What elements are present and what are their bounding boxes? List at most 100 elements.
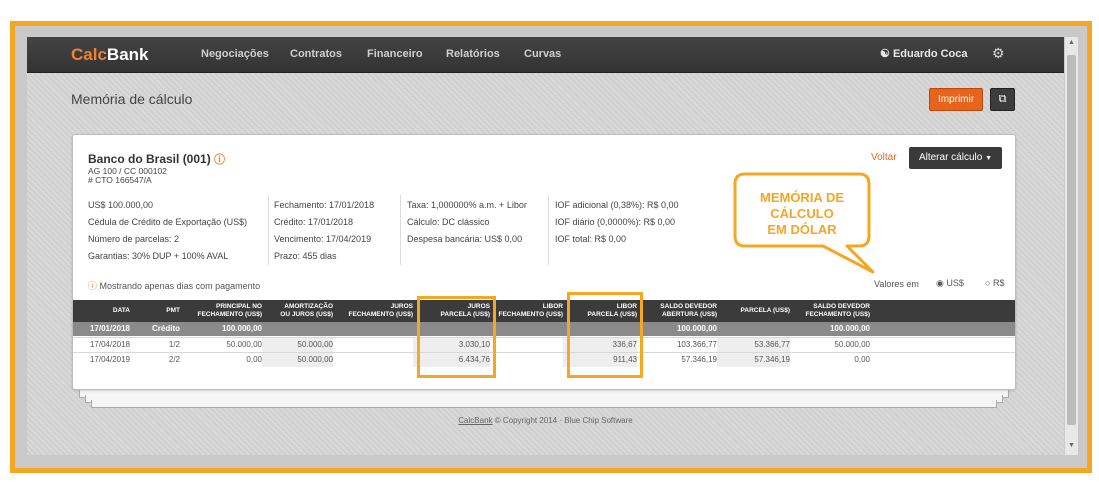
info-term: Prazo: 455 dias — [274, 251, 337, 261]
table-header: DATA PMT PRINCIPAL NO FECHAMENTO (US$) AM… — [73, 300, 1015, 322]
annotation-callout: MEMÓRIA DE CÁLCULO EM DÓLAR — [727, 168, 877, 274]
divider — [548, 195, 549, 265]
col-header-line: JUROS — [390, 303, 413, 310]
table-row: 17/04/2018 1/2 50.000,00 50.000,00 3.030… — [73, 337, 1015, 352]
col-header-line: ABERTURA (US$) — [661, 311, 717, 318]
col-header-line: PRINCIPAL NO — [216, 303, 262, 310]
col-header-amortization[interactable]: AMORTIZAÇÃO OU JUROS (US$) — [262, 300, 333, 322]
callout-line: MEMÓRIA DE — [759, 190, 845, 205]
scroll-up-icon[interactable]: ▲ — [1068, 39, 1075, 46]
highlight-libor-column — [567, 292, 643, 378]
divider — [400, 195, 401, 265]
top-navbar: CalcBank Negociações Contratos Financeir… — [27, 37, 1064, 73]
info-closing: Fechamento: 17/01/2018 — [274, 200, 375, 210]
table-cell — [717, 322, 790, 336]
chevron-down-icon: ▼ — [985, 155, 993, 162]
table-cell: 53.366,77 — [717, 338, 790, 352]
currency-usd-radio[interactable]: ◉ US$ — [936, 278, 964, 289]
table-cell: 17/04/2019 — [89, 355, 130, 364]
table-cell — [262, 322, 333, 336]
footer-link[interactable]: CalcBank — [458, 416, 492, 425]
info-iof-daily: IOF diário (0,0000%): R$ 0,00 — [555, 217, 676, 227]
brand-bank: Bank — [106, 45, 149, 64]
col-header-line: SALDO DEVEDOR — [813, 303, 870, 310]
gear-icon[interactable]: ⚙ — [992, 45, 1005, 62]
bank-title: Banco do Brasil (001) ⓘ — [88, 151, 225, 167]
brand-calc: Calc — [71, 45, 107, 64]
back-link[interactable]: Voltar — [871, 152, 897, 163]
col-header-line: LIBOR — [542, 303, 563, 310]
chevron-down-icon[interactable]: ⓘ — [214, 154, 225, 166]
table-cell: 100.000,00 — [829, 324, 870, 333]
copy-button[interactable]: ⧉ — [990, 88, 1015, 111]
table-cell — [333, 322, 413, 336]
col-header-balance-closing[interactable]: SALDO DEVEDOR FECHAMENTO (US$) — [790, 300, 870, 322]
info-maturity: Vencimento: 17/04/2019 — [274, 234, 372, 244]
table-cell: 17/04/2018 — [89, 340, 130, 349]
col-header-line: FECHAMENTO (US$) — [805, 311, 870, 318]
print-button[interactable]: Imprimir — [929, 88, 983, 111]
nav-relatorios[interactable]: Relatórios — [446, 48, 500, 60]
user-name: Eduardo Coca — [892, 48, 968, 60]
bank-name: Banco do Brasil (001) — [88, 152, 211, 166]
table-cell: 0,00 — [246, 355, 262, 364]
table-cell: 103.366,77 — [676, 340, 717, 349]
currency-usd-label: US$ — [946, 278, 964, 288]
info-iof-total: IOF total: R$ 0,00 — [555, 234, 627, 244]
col-header-balance-opening[interactable]: SALDO DEVEDOR ABERTURA (US$) — [637, 300, 717, 322]
radio-selected-icon: ◉ — [936, 278, 944, 288]
currency-brl-radio[interactable]: ○ R$ — [985, 278, 1004, 288]
table-cell: 0,00 — [854, 355, 870, 364]
info-credit: Crédito: 17/01/2018 — [274, 217, 354, 227]
alter-calc-label: Alterar cálculo — [918, 152, 983, 163]
page-title: Memória de cálculo — [71, 91, 193, 107]
scroll-down-icon[interactable]: ▼ — [1068, 442, 1075, 449]
table-row: 17/04/2019 2/2 0,00 50.000,00 6.434,76 9… — [73, 352, 1015, 367]
col-header-installment[interactable]: PARCELA (US$) — [717, 300, 790, 322]
info-bank-fee: Despesa bancária: US$ 0,00 — [407, 234, 523, 244]
brand-logo[interactable]: CalcBank — [71, 45, 149, 65]
table-cell: 100.000,00 — [676, 324, 717, 333]
col-header-line: PMT — [166, 307, 180, 314]
info-calc-method: Cálculo: DC clássico — [407, 217, 490, 227]
table-cell: 17/01/2018 — [89, 324, 130, 333]
payment-days-filter[interactable]: ⓘ Mostrando apenas dias com pagamento — [88, 279, 260, 292]
currency-brl-label: R$ — [992, 278, 1005, 288]
col-header-interest-closing[interactable]: JUROS FECHAMENTO (US$) — [333, 300, 413, 322]
col-header-line: FECHAMENTO (US$) — [498, 311, 563, 318]
col-header-line: OU JUROS (US$) — [280, 311, 333, 318]
info-col-2: Fechamento: 17/01/2018 Crédito: 17/01/20… — [274, 197, 374, 265]
col-header-data[interactable]: DATA — [73, 300, 130, 322]
col-header-libor-closing[interactable]: LIBOR FECHAMENTO (US$) — [490, 300, 563, 322]
table-cell: 50.000,00 — [226, 340, 262, 349]
info-col-4: IOF adicional (0,38%): R$ 0,00 IOF diári… — [555, 197, 679, 248]
info-rate: Taxa: 1,000000% a.m. + Libor — [407, 200, 527, 210]
scrollbar-thumb[interactable] — [1067, 55, 1076, 425]
callout-text: MEMÓRIA DE CÁLCULO EM DÓLAR — [727, 190, 877, 238]
table-cell: 100.000,00 — [221, 324, 262, 333]
nav-financeiro[interactable]: Financeiro — [367, 48, 423, 60]
table-cell: 57.346,19 — [717, 353, 790, 367]
nav-negociacoes[interactable]: Negociações — [201, 48, 269, 60]
nav-curvas[interactable]: Curvas — [524, 48, 561, 60]
alter-calc-button[interactable]: Alterar cálculo ▼ — [909, 147, 1002, 169]
contract-number: # CTO 166547/A — [88, 175, 152, 185]
col-header-principal[interactable]: PRINCIPAL NO FECHAMENTO (US$) — [180, 300, 262, 322]
col-header-line: PARCELA (US$) — [740, 307, 790, 314]
divider — [268, 195, 269, 265]
vertical-scrollbar[interactable]: ▲ ▼ — [1064, 37, 1078, 455]
info-col-3: Taxa: 1,000000% a.m. + Libor Cálculo: DC… — [407, 197, 527, 248]
screenshot-frame: CalcBank Negociações Contratos Financeir… — [10, 21, 1092, 473]
table-cell — [490, 353, 563, 367]
info-col-1: US$ 100.000,00 Cédula de Crédito de Expo… — [88, 197, 247, 265]
table-cell — [490, 338, 563, 352]
table-cell: 2/2 — [168, 355, 180, 364]
user-menu[interactable]: ☯ Eduardo Coca — [880, 47, 968, 60]
table-cell: 50.000,00 — [262, 338, 333, 352]
table-cell: 50.000,00 — [834, 340, 870, 349]
col-header-pmt[interactable]: PMT — [130, 300, 180, 322]
info-installments: Número de parcelas: 2 — [88, 234, 180, 244]
col-header-line: FECHAMENTO (US$) — [197, 311, 262, 318]
nav-contratos[interactable]: Contratos — [290, 48, 342, 60]
table-cell: 50.000,00 — [262, 353, 333, 367]
